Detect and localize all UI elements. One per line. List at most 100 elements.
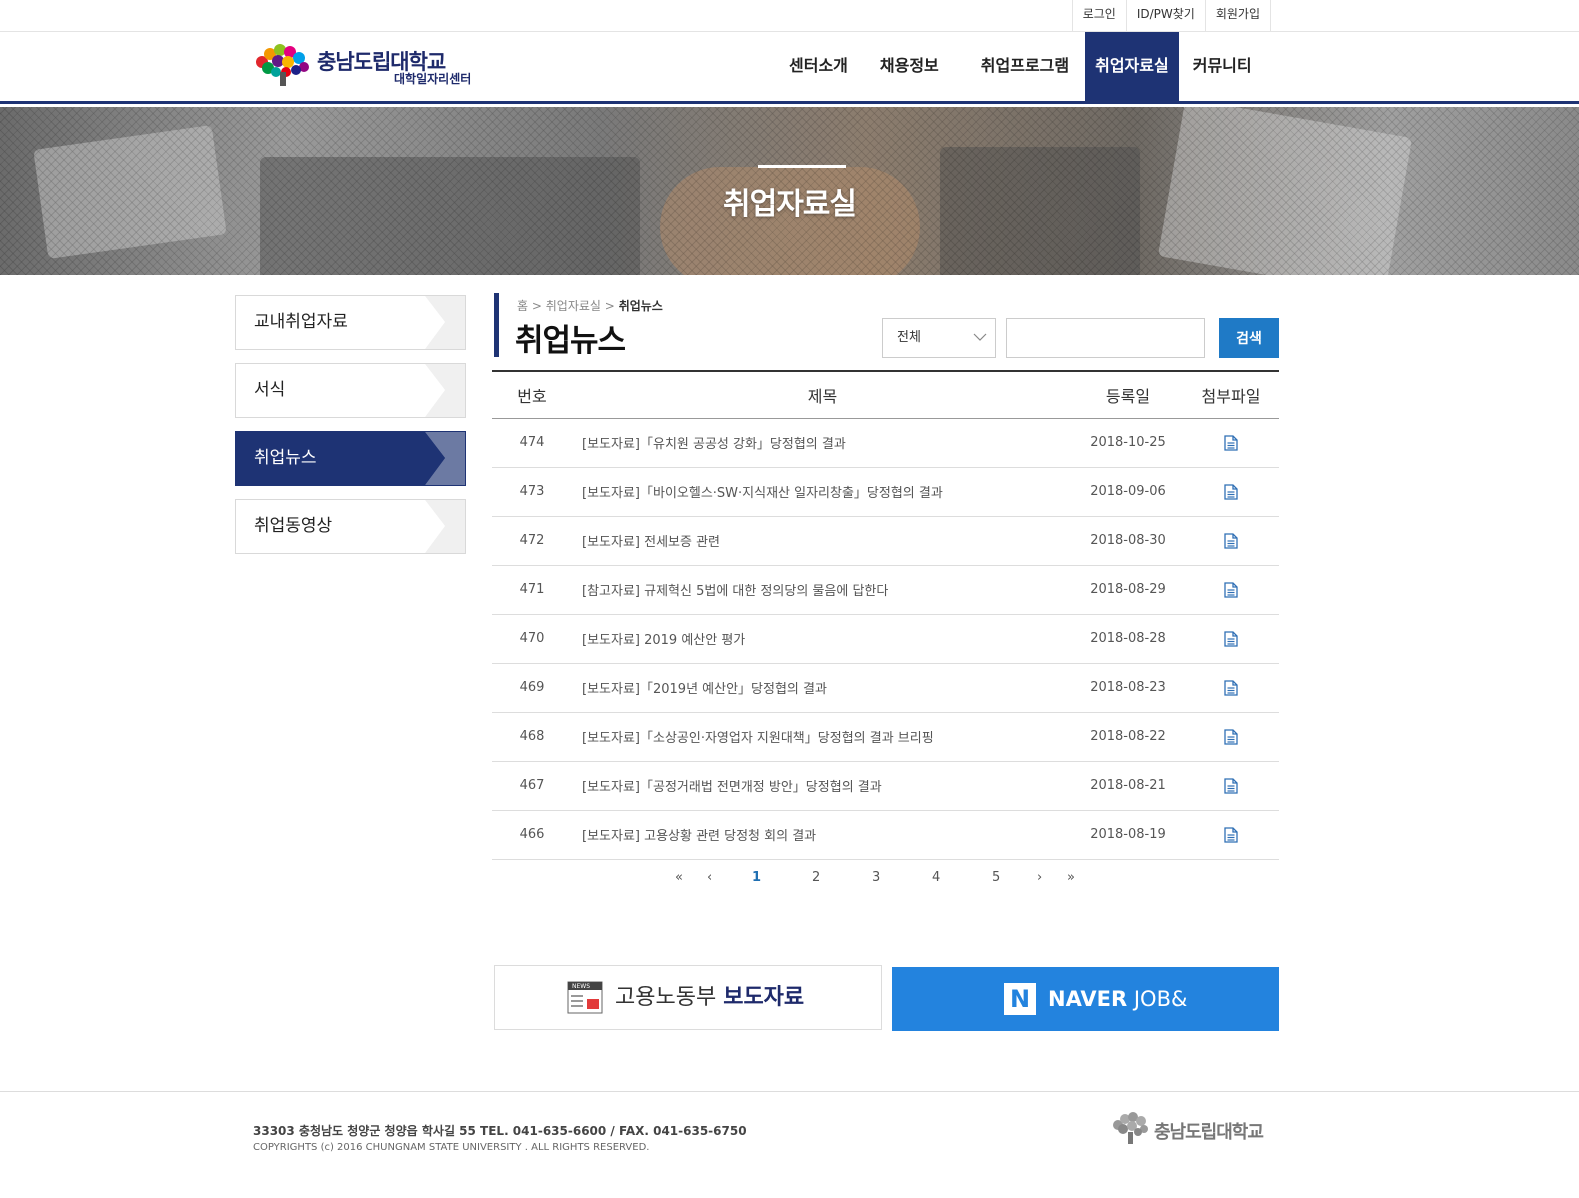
row-attachment[interactable]: [1183, 565, 1279, 615]
nav-community[interactable]: 커뮤니티: [1183, 32, 1262, 102]
column-header-file: 첨부파일: [1183, 371, 1279, 419]
search-input[interactable]: [1006, 318, 1205, 358]
footer-address: 33303 충청남도 청양군 청양읍 학사길 55 TEL. 041-635-6…: [253, 1124, 747, 1138]
side-menu-label: 취업동영상: [254, 516, 333, 536]
prev-page-button[interactable]: ‹: [707, 866, 712, 890]
column-header-no: 번호: [492, 371, 572, 419]
nav-job-library[interactable]: 취업자료실: [1085, 32, 1179, 102]
attachment-file-icon[interactable]: [1224, 728, 1238, 745]
breadcrumb-separator: >: [531, 299, 542, 313]
news-paper-icon: NEWS: [567, 981, 603, 1014]
row-title-link[interactable]: [보도자료] 전세보증 관련: [572, 516, 1073, 566]
breadcrumb-parent[interactable]: 취업자료실: [546, 299, 601, 313]
naver-job-banner[interactable]: N NAVER JOB&: [892, 967, 1279, 1031]
row-number: 473: [492, 467, 572, 517]
table-row[interactable]: 473 [보도자료]「바이오헬스·SW·지식재산 일자리창출」당정협의 결과 201…: [492, 467, 1279, 517]
find-id-pw-link[interactable]: ID/PW찾기: [1125, 0, 1205, 31]
header: 충남도립대학교 대학일자리센터 센터소개 채용정보 취업프로그램 취업자료실 커…: [0, 32, 1579, 104]
row-number: 474: [492, 418, 572, 468]
row-number: 467: [492, 761, 572, 811]
moel-press-banner[interactable]: NEWS 고용노동부 보도자료: [494, 965, 882, 1030]
news-table: 번호 제목 등록일 첨부파일 474 [보도자료]「유치원 공공성 강화」당정협의…: [492, 370, 1279, 860]
attachment-file-icon[interactable]: [1224, 581, 1238, 598]
attachment-file-icon[interactable]: [1224, 532, 1238, 549]
last-page-button[interactable]: »: [1067, 866, 1075, 890]
row-attachment[interactable]: [1183, 810, 1279, 860]
page-title: 취업뉴스: [515, 323, 626, 359]
moel-banner-prefix: 고용노동부: [615, 985, 717, 1010]
next-page-button[interactable]: ›: [1037, 866, 1042, 890]
table-row[interactable]: 466 [보도자료] 고용상황 관련 당정청 회의 결과 2018-08-19: [492, 810, 1279, 860]
hero-title: 취업자료실: [723, 187, 857, 222]
attachment-file-icon[interactable]: [1224, 826, 1238, 843]
row-number: 471: [492, 565, 572, 615]
nav-job-info[interactable]: 채용정보: [870, 32, 949, 102]
side-menu-item-forms[interactable]: 서식: [235, 363, 466, 418]
table-row[interactable]: 472 [보도자료] 전세보증 관련 2018-08-30: [492, 516, 1279, 566]
site-logo[interactable]: 충남도립대학교 대학일자리센터: [254, 44, 471, 88]
naver-n-icon: N: [1004, 983, 1036, 1015]
search-category-value: 전체: [897, 330, 921, 345]
table-row[interactable]: 468 [보도자료]「소상공인·자영업자 지원대책」당정협의 결과 브리핑 2018…: [492, 712, 1279, 762]
page: 로그인 ID/PW찾기 회원가입 충남도립대학교 대학일자리센터 센터소개 채용…: [0, 0, 1579, 1198]
row-attachment[interactable]: [1183, 467, 1279, 517]
search-button[interactable]: 검색: [1219, 318, 1279, 358]
naver-banner-text: NAVER JOB&: [1048, 967, 1187, 1031]
page-link-3[interactable]: 3: [872, 866, 880, 890]
search-category-select[interactable]: 전체: [882, 318, 996, 358]
attachment-file-icon[interactable]: [1224, 679, 1238, 696]
row-title-link[interactable]: [보도자료]「바이오헬스·SW·지식재산 일자리창출」당정협의 결과: [572, 467, 1073, 517]
row-attachment[interactable]: [1183, 663, 1279, 713]
row-date: 2018-08-29: [1073, 565, 1183, 615]
breadcrumb-home[interactable]: 홈: [517, 299, 528, 313]
page-link-2[interactable]: 2: [812, 866, 820, 890]
row-number: 469: [492, 663, 572, 713]
table-row[interactable]: 470 [보도자료] 2019 예산안 평가 2018-08-28: [492, 614, 1279, 664]
row-date: 2018-08-19: [1073, 810, 1183, 860]
table-row[interactable]: 467 [보도자료]「공정거래법 전면개정 방안」당정협의 결과 2018-08-2…: [492, 761, 1279, 811]
row-date: 2018-10-25: [1073, 418, 1183, 468]
footer: 33303 충청남도 청양군 청양읍 학사길 55 TEL. 041-635-6…: [0, 1091, 1579, 1198]
attachment-file-icon[interactable]: [1224, 483, 1238, 500]
logo-subtitle: 대학일자리센터: [394, 72, 472, 86]
side-menu-item-job-news[interactable]: 취업뉴스: [235, 431, 466, 486]
utility-bar: 로그인 ID/PW찾기 회원가입: [0, 0, 1579, 32]
row-attachment[interactable]: [1183, 418, 1279, 468]
page-link-1[interactable]: 1: [752, 866, 761, 890]
column-header-date: 등록일: [1073, 371, 1183, 419]
login-link[interactable]: 로그인: [1071, 0, 1126, 31]
first-page-button[interactable]: «: [675, 866, 683, 890]
table-row[interactable]: 471 [참고자료] 규제혁신 5법에 대한 정의당의 물음에 답한다 2018-0…: [492, 565, 1279, 615]
side-menu: 교내취업자료 서식 취업뉴스 취업동영상: [235, 295, 466, 567]
row-title-link[interactable]: [보도자료]「2019년 예산안」당정협의 결과: [572, 663, 1073, 713]
breadcrumb-current: 취업뉴스: [618, 299, 663, 313]
hero-banner: 취업자료실: [0, 107, 1579, 275]
row-title-link[interactable]: [보도자료]「유치원 공공성 강화」당정협의 결과: [572, 418, 1073, 468]
row-attachment[interactable]: [1183, 712, 1279, 762]
attachment-file-icon[interactable]: [1224, 777, 1238, 794]
attachment-file-icon[interactable]: [1224, 630, 1238, 647]
nav-center-intro[interactable]: 센터소개: [779, 32, 858, 102]
row-title-link[interactable]: [보도자료] 고용상황 관련 당정청 회의 결과: [572, 810, 1073, 860]
attachment-file-icon[interactable]: [1224, 434, 1238, 451]
row-title-link[interactable]: [보도자료]「소상공인·자영업자 지원대책」당정협의 결과 브리핑: [572, 712, 1073, 762]
moel-banner-text: 고용노동부 보도자료: [615, 966, 804, 1029]
row-attachment[interactable]: [1183, 614, 1279, 664]
row-attachment[interactable]: [1183, 516, 1279, 566]
row-title-link[interactable]: [참고자료] 규제혁신 5법에 대한 정의당의 물음에 답한다: [572, 565, 1073, 615]
table-row[interactable]: 469 [보도자료]「2019년 예산안」당정협의 결과 2018-08-23: [492, 663, 1279, 713]
side-menu-item-job-videos[interactable]: 취업동영상: [235, 499, 466, 554]
footer-logo-tree-icon: [1113, 1112, 1148, 1144]
nav-job-program[interactable]: 취업프로그램: [971, 32, 1079, 102]
signup-link[interactable]: 회원가입: [1204, 0, 1271, 31]
page-link-4[interactable]: 4: [932, 866, 940, 890]
table-row[interactable]: 474 [보도자료]「유치원 공공성 강화」당정협의 결과 2018-10-25: [492, 418, 1279, 468]
row-number: 472: [492, 516, 572, 566]
side-menu-label: 취업뉴스: [254, 448, 317, 468]
row-title-link[interactable]: [보도자료]「공정거래법 전면개정 방안」당정협의 결과: [572, 761, 1073, 811]
page-link-5[interactable]: 5: [992, 866, 1000, 890]
side-menu-item-school-jobs[interactable]: 교내취업자료: [235, 295, 466, 350]
row-title-link[interactable]: [보도자료] 2019 예산안 평가: [572, 614, 1073, 664]
row-date: 2018-08-23: [1073, 663, 1183, 713]
row-attachment[interactable]: [1183, 761, 1279, 811]
